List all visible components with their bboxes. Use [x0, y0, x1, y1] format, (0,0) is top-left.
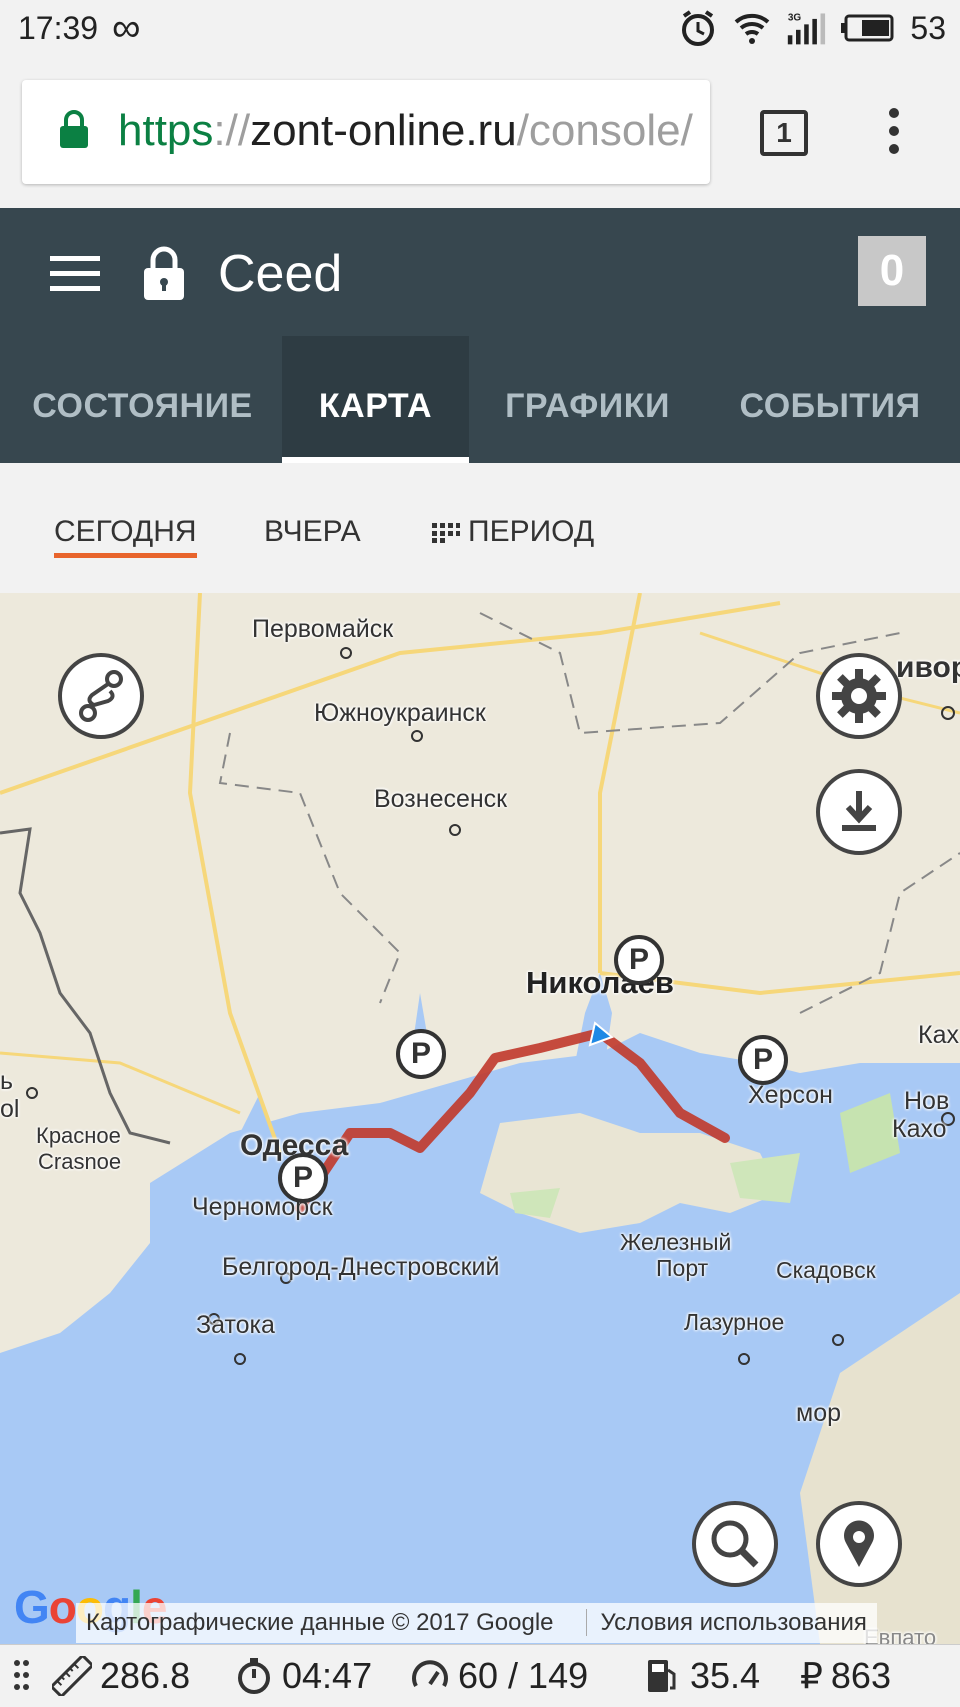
- tab-map[interactable]: КАРТА: [282, 336, 469, 463]
- drag-handle[interactable]: [12, 1655, 32, 1695]
- url-bar[interactable]: https://zont-online.ru/console/: [22, 80, 710, 184]
- fuel-icon: [648, 1660, 676, 1692]
- map-label-kakho: Кахо: [892, 1115, 947, 1143]
- lock-icon[interactable]: [142, 244, 186, 302]
- parking-marker[interactable]: P: [738, 1035, 788, 1085]
- browser-toolbar: https://zont-online.ru/console/ 1: [0, 58, 960, 208]
- url-path: /console/: [516, 106, 693, 155]
- ruler-icon: [52, 1656, 92, 1696]
- search-icon: [711, 1520, 759, 1568]
- main-tabs: СОСТОЯНИЕ КАРТА ГРАФИКИ СОБЫТИЯ: [0, 336, 960, 463]
- battery-percent: 53: [910, 9, 946, 46]
- map-label-krivoy: ивор: [896, 651, 960, 684]
- location-button[interactable]: [816, 1501, 902, 1587]
- period-tabs: СЕГОДНЯ ВЧЕРА ПЕРИОД: [0, 463, 960, 593]
- attribution-text: Картографические данные © 2017 Google: [86, 1609, 554, 1636]
- status-icons: 3G 53: [678, 8, 946, 48]
- subtab-today[interactable]: СЕГОДНЯ: [54, 515, 197, 558]
- zoom-search-button[interactable]: [692, 1501, 778, 1587]
- stat-speed: 60 / 149: [410, 1655, 588, 1697]
- tab-state[interactable]: СОСТОЯНИЕ: [20, 336, 265, 463]
- parking-marker[interactable]: P: [396, 1029, 446, 1079]
- page-title: Ceed: [218, 245, 343, 303]
- fuel-value: 35.4: [690, 1655, 761, 1696]
- map-label-mor: мор: [796, 1399, 841, 1427]
- map-label-zatoka: Затока: [196, 1311, 275, 1339]
- subtab-period-label: ПЕРИОД: [468, 515, 595, 548]
- browser-menu-button[interactable]: [882, 108, 906, 164]
- stat-duration: 04:47: [234, 1655, 372, 1697]
- duration-value: 04:47: [282, 1655, 373, 1696]
- map-label-yuzhnoukrainsk: Южноукраинск: [314, 699, 486, 727]
- subtab-yesterday[interactable]: ВЧЕРА: [264, 515, 361, 549]
- calendar-grid-icon: [432, 523, 460, 544]
- subtab-period[interactable]: ПЕРИОД: [432, 515, 594, 549]
- map-label-voznesensk: Вознесенск: [374, 785, 508, 813]
- url-separator: ://: [213, 106, 251, 155]
- map-label-nova: Нов: [904, 1087, 950, 1115]
- stat-fuel: 35.4: [642, 1655, 760, 1697]
- battery-icon: [841, 14, 894, 42]
- google-logo-letter: G: [14, 1581, 50, 1633]
- map-label-krasnoe: Красное: [36, 1123, 121, 1148]
- wifi-icon: [735, 13, 770, 44]
- map-attribution: Картографические данные © 2017 Google Усл…: [76, 1603, 877, 1643]
- tab-events[interactable]: СОБЫТИЯ: [730, 336, 930, 463]
- map-label-zheleznyi: Железный: [620, 1229, 732, 1255]
- url-text: https://zont-online.ru/console/: [118, 102, 693, 160]
- speed-value: 60 / 149: [458, 1655, 589, 1696]
- cost-value: 863: [830, 1655, 891, 1696]
- map-view[interactable]: Первомайск Южноукраинск Вознесенск Никол…: [0, 593, 960, 1644]
- map-label-lazurnoe: Лазурное: [684, 1309, 785, 1335]
- app-header: Ceed 0 СОСТОЯНИЕ КАРТА ГРАФИКИ СОБЫТИЯ: [0, 208, 960, 463]
- infinity-icon: ∞: [112, 6, 141, 50]
- signal-3g-icon: 3G: [788, 13, 826, 45]
- map-base: [0, 593, 960, 1644]
- map-label-edge-b: ь: [0, 1067, 14, 1095]
- drag-handle-icon: [14, 1660, 29, 1690]
- notification-badge[interactable]: 0: [858, 236, 926, 306]
- stopwatch-icon: [238, 1658, 270, 1694]
- stat-distance: 286.8: [52, 1655, 190, 1697]
- trip-stats-bar: 286.8 04:47 60 / 149 35.4 ₽ 863: [0, 1644, 960, 1707]
- map-label-belgorod: Белгород-Днестровский: [222, 1253, 500, 1281]
- download-icon: [842, 791, 876, 831]
- location-pin-icon: [844, 1520, 874, 1567]
- tab-charts[interactable]: ГРАФИКИ: [490, 336, 685, 463]
- distance-value: 286.8: [100, 1655, 191, 1696]
- settings-button[interactable]: [816, 653, 902, 739]
- status-bar: 17:39 ∞ 3G 53: [0, 0, 960, 58]
- gear-icon: [832, 669, 886, 723]
- map-label-port: Порт: [656, 1255, 709, 1281]
- map-label-pervomaisk: Первомайск: [252, 615, 394, 643]
- map-label-kakh: Ках: [918, 1021, 959, 1049]
- tab-switcher-button[interactable]: 1: [760, 110, 808, 156]
- status-time: 17:39: [18, 10, 99, 46]
- terms-link[interactable]: Условия использования: [585, 1609, 867, 1636]
- map-label-edge-ol: ol: [0, 1095, 20, 1123]
- map-label-skadovsk: Скадовск: [776, 1257, 876, 1283]
- route-button[interactable]: [58, 653, 144, 739]
- map-label-kherson: Херсон: [748, 1081, 833, 1109]
- map-label-crasnoe: Crasnoe: [38, 1149, 122, 1174]
- route-icon: [79, 670, 123, 722]
- menu-icon[interactable]: [50, 256, 100, 292]
- svg-text:3G: 3G: [788, 13, 802, 24]
- currency-symbol: ₽: [800, 1655, 823, 1696]
- parking-marker[interactable]: P: [278, 1153, 328, 1203]
- speedometer-icon: [412, 1660, 448, 1687]
- alarm-icon: [682, 10, 715, 46]
- download-button[interactable]: [816, 769, 902, 855]
- url-host: zont-online.ru: [250, 106, 517, 155]
- parking-marker[interactable]: P: [614, 935, 664, 985]
- google-logo-letter: o: [48, 1581, 77, 1633]
- stat-cost: ₽ 863: [800, 1655, 891, 1697]
- secure-lock-icon: [60, 110, 88, 148]
- url-scheme: https: [118, 106, 214, 155]
